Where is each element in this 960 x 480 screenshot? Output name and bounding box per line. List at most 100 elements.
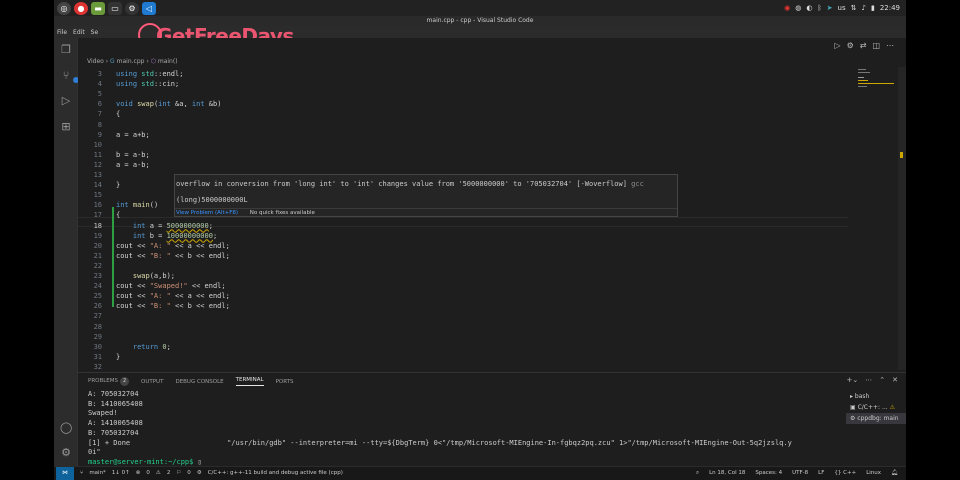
code-line[interactable]: 28 bbox=[78, 322, 848, 332]
hover-message: overflow in conversion from 'long int' t… bbox=[176, 180, 644, 188]
code-line[interactable]: 21 cout << "B: " << b << endl; bbox=[78, 251, 848, 261]
code-line[interactable]: 3 using std::endl; bbox=[78, 69, 848, 79]
zoom-icon[interactable]: ⌕ bbox=[696, 467, 699, 480]
split-editor-icon[interactable]: ◫ bbox=[872, 41, 880, 50]
chrome-icon[interactable]: ● bbox=[74, 1, 88, 15]
tab-problems[interactable]: PROBLEMS 2 bbox=[88, 377, 130, 386]
terminal-item-cppdbg[interactable]: ⚙ cppdbg: main bbox=[846, 413, 906, 424]
line-number: 28 bbox=[93, 322, 102, 331]
tab-terminal[interactable]: TERMINAL bbox=[235, 377, 264, 386]
more-actions-icon[interactable]: ⋯ bbox=[886, 41, 894, 50]
telegram-icon[interactable]: ➤ bbox=[827, 4, 833, 12]
tab-output[interactable]: OUTPUT bbox=[141, 379, 163, 385]
account-icon[interactable]: ◯ bbox=[60, 422, 72, 434]
ports-count[interactable]: 0 bbox=[187, 467, 191, 480]
more-icon[interactable]: ⋯ bbox=[865, 376, 872, 384]
language-mode[interactable]: {} C++ bbox=[834, 467, 856, 480]
code-line[interactable]: 31} bbox=[78, 352, 848, 362]
source-control-icon[interactable]: ⑂ bbox=[60, 70, 79, 83]
network-icon[interactable]: ⇅ bbox=[851, 4, 857, 12]
battery-icon[interactable]: ▮ bbox=[871, 4, 875, 12]
code-editor[interactable]: 3 using std::endl; 4 using std::cin; 5 6 void … bbox=[78, 67, 848, 372]
code-line[interactable]: 6 void swap(int &a, int &b) bbox=[78, 99, 848, 109]
code-line[interactable]: 10 bbox=[78, 140, 848, 150]
status-right: ⌕ Ln 18, Col 18 Spaces: 4 UTF-8 LF {} C+… bbox=[696, 467, 898, 480]
code-line[interactable]: 7{ bbox=[78, 109, 848, 119]
compare-icon[interactable]: ⇄ bbox=[860, 41, 867, 50]
explorer-icon[interactable]: ❐ bbox=[60, 44, 72, 56]
terminal-output[interactable]: A: 705032704 B: 1410065408 Swaped! A: 14100… bbox=[88, 390, 828, 468]
volume-icon[interactable]: ♪ bbox=[861, 4, 865, 12]
tab-debug-console[interactable]: DEBUG CONSOLE bbox=[175, 379, 223, 385]
discord-icon[interactable]: ◐ bbox=[806, 4, 812, 12]
warning-icon: ⚠ bbox=[889, 404, 895, 411]
code-line[interactable]: 20 cout << "A: " << a << endl; bbox=[78, 241, 848, 251]
menu-file[interactable]: File bbox=[57, 29, 67, 36]
bluetooth-icon[interactable]: ᛒ bbox=[817, 4, 821, 12]
code-line[interactable]: 5 bbox=[78, 89, 848, 99]
notifications-bell-icon[interactable]: 🔔︎ bbox=[891, 467, 898, 480]
terminal-item-cpp[interactable]: ▣ C/C++: ... ⚠ bbox=[846, 402, 906, 413]
maximize-panel-icon[interactable]: ⌃ bbox=[879, 376, 885, 384]
warning-count[interactable]: 2 bbox=[167, 467, 171, 480]
manage-gear-icon[interactable]: ⚙ bbox=[60, 447, 72, 459]
active-task[interactable]: C/C++: g++-11 build and debug active fil… bbox=[208, 467, 343, 480]
menu-selection[interactable]: Se bbox=[91, 29, 99, 36]
extensions-icon[interactable]: ⊞ bbox=[60, 121, 72, 133]
breadcrumb-folder[interactable]: Video bbox=[87, 58, 104, 65]
code-line[interactable]: 8 bbox=[78, 120, 848, 130]
keyboard-layout[interactable]: us bbox=[838, 4, 846, 12]
menu-edit[interactable]: Edit bbox=[73, 29, 85, 36]
code-line[interactable]: 23 swap(a,b); bbox=[78, 271, 848, 281]
panel-tabs: PROBLEMS 2 OUTPUT DEBUG CONSOLE TERMINAL … bbox=[88, 377, 294, 386]
end-of-line[interactable]: LF bbox=[818, 467, 824, 480]
encoding[interactable]: UTF-8 bbox=[792, 467, 808, 480]
terminal-icon[interactable]: ▭ bbox=[108, 1, 122, 15]
prompt-path: :~/cpp$ bbox=[163, 457, 198, 466]
code-line[interactable]: 26 cout << "B: " << b << endl; bbox=[78, 301, 848, 311]
remote-indicator-icon[interactable]: ⋈ bbox=[56, 467, 74, 480]
line-number: 17 bbox=[93, 211, 102, 220]
record-icon[interactable]: ◉ bbox=[784, 4, 790, 12]
tab-ports[interactable]: PORTS bbox=[276, 379, 294, 385]
terminal-item-bash[interactable]: ▸ bash bbox=[846, 391, 906, 402]
menu-icon[interactable]: ◎ bbox=[57, 1, 71, 15]
editor-scrollbar[interactable] bbox=[898, 67, 906, 370]
code-line[interactable]: 27 bbox=[78, 311, 848, 321]
code-line[interactable]: 4 using std::cin; bbox=[78, 79, 848, 89]
code-line[interactable]: 18 int a = 5000000000; bbox=[78, 221, 848, 231]
code-text: int a = 5000000000; bbox=[132, 221, 213, 230]
sync-status[interactable]: 1↓ 0↑ bbox=[112, 467, 130, 480]
code-line[interactable]: 19 int b = 10000000000; bbox=[78, 231, 848, 241]
error-count[interactable]: 0 bbox=[146, 467, 150, 480]
code-text: cout << "B: " << b << endl; bbox=[116, 251, 230, 260]
minimap-preview bbox=[858, 69, 894, 87]
new-terminal-icon[interactable]: +⌄ bbox=[847, 376, 859, 384]
code-line[interactable]: 12 a = a-b; bbox=[78, 160, 848, 170]
run-debug-icon[interactable]: ▷ bbox=[60, 95, 72, 107]
steam-icon[interactable]: ◍ bbox=[795, 4, 801, 12]
view-problem-link[interactable]: View Problem (Alt+F8) bbox=[176, 210, 238, 216]
clock[interactable]: 22:49 bbox=[880, 4, 900, 12]
cursor-position[interactable]: Ln 18, Col 18 bbox=[709, 467, 745, 480]
code-line[interactable]: 24 cout << "Swaped!" << endl; bbox=[78, 281, 848, 291]
code-line[interactable]: 32 bbox=[78, 362, 848, 372]
branch-name[interactable]: main* bbox=[89, 467, 106, 480]
gear-icon[interactable]: ⚙ bbox=[125, 1, 139, 15]
code-line[interactable]: 25 cout << "A: " << a << endl; bbox=[78, 291, 848, 301]
breadcrumb-file[interactable]: main.cpp bbox=[117, 58, 145, 65]
os-indicator[interactable]: Linux bbox=[866, 467, 881, 480]
close-panel-icon[interactable]: ✕ bbox=[892, 376, 898, 384]
code-line[interactable]: 30 return 0; bbox=[78, 342, 848, 352]
indentation[interactable]: Spaces: 4 bbox=[755, 467, 782, 480]
breadcrumb-symbol[interactable]: main() bbox=[158, 58, 178, 65]
code-line[interactable]: 29 bbox=[78, 332, 848, 342]
minimap[interactable] bbox=[848, 67, 894, 370]
code-line[interactable]: 22 bbox=[78, 261, 848, 271]
vscode-icon[interactable]: ◁ bbox=[142, 1, 156, 15]
code-line[interactable]: 9 a = a+b; bbox=[78, 130, 848, 140]
files-icon[interactable]: ▬ bbox=[91, 1, 105, 15]
run-icon[interactable]: ▷ bbox=[834, 41, 840, 50]
code-line[interactable]: 11 b = a-b; bbox=[78, 150, 848, 160]
debug-config-icon[interactable]: ⚙ bbox=[847, 41, 854, 50]
